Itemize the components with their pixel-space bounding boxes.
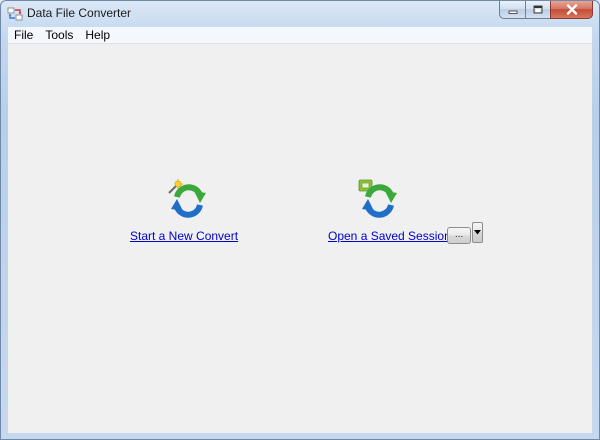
new-convert-icon[interactable] [167, 179, 209, 221]
menu-help[interactable]: Help [79, 27, 116, 43]
close-button[interactable] [550, 1, 593, 19]
browse-session-button[interactable]: ... [447, 227, 471, 244]
close-icon [566, 4, 577, 15]
menu-tools[interactable]: Tools [39, 27, 79, 43]
minimize-icon [508, 10, 517, 14]
maximize-button[interactable] [525, 1, 550, 19]
window-left-border [1, 44, 8, 439]
title-bar[interactable]: Data File Converter [1, 1, 599, 27]
caption-buttons [499, 1, 593, 20]
window-title: Data File Converter [27, 6, 132, 20]
app-converter-icon [7, 7, 23, 21]
minimize-button[interactable] [499, 1, 525, 19]
open-session-icon[interactable] [358, 179, 400, 221]
session-dropdown-button[interactable] [472, 222, 483, 243]
start-new-convert-link[interactable]: Start a New Convert [130, 229, 238, 243]
open-saved-session-link[interactable]: Open a Saved Session [328, 229, 451, 243]
main-panel: Start a New Convert Open a Saved Session… [8, 44, 592, 433]
maximize-icon [533, 5, 543, 13]
triangle-down-icon [474, 230, 481, 235]
app-window: Data File Converter File Tools Help Star… [0, 0, 600, 440]
menu-file[interactable]: File [8, 27, 39, 43]
menu-bar: File Tools Help [8, 27, 592, 44]
